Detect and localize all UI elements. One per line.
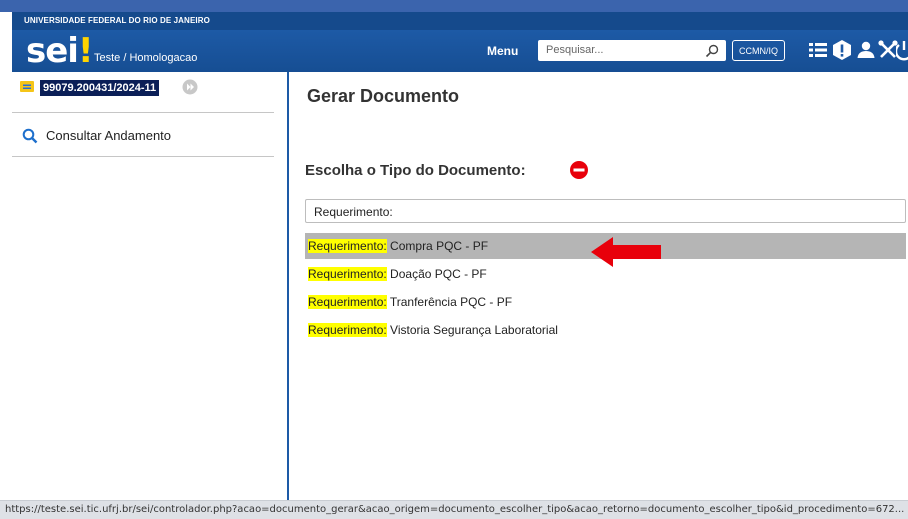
header: sei! Teste / Homologacao Menu CCMN/IQ [12, 30, 908, 72]
unit-selector[interactable]: CCMN/IQ [732, 40, 785, 61]
logo-text: sei [26, 31, 79, 71]
annotation-arrow-icon [591, 237, 661, 267]
magnifier-icon [22, 128, 38, 144]
logo-mark: ! [77, 31, 93, 71]
university-bar: UNIVERSIDADE FEDERAL DO RIO DE JANEIRO [12, 12, 908, 30]
list-icon[interactable] [806, 38, 830, 62]
status-bar-url: https://teste.sei.tic.ufrj.br/sei/contro… [0, 500, 908, 519]
option-name: Vistoria Segurança Laboratorial [386, 323, 558, 337]
option-name: Tranferência PQC - PF [386, 295, 513, 309]
folder-icon [20, 81, 34, 92]
option-tranferencia-pqc[interactable]: Requerimento: Tranferência PQC - PF [305, 289, 906, 315]
alert-icon[interactable] [830, 38, 854, 62]
choose-type-label: Escolha o Tipo do Documento: [305, 162, 526, 179]
power-icon[interactable] [896, 38, 908, 62]
option-prefix: Requerimento: [308, 267, 387, 281]
option-name: Compra PQC - PF [386, 239, 489, 253]
document-type-filter [305, 199, 906, 223]
process-number-link[interactable]: 99079.200431/2024-11 [40, 80, 160, 96]
sidebar: 99079.200431/2024-11 Consultar Andamento [12, 72, 287, 500]
collapse-icon[interactable] [569, 160, 589, 180]
option-name: Doação PQC - PF [386, 267, 487, 281]
option-prefix: Requerimento: [308, 239, 387, 253]
option-prefix: Requerimento: [308, 295, 387, 309]
sei-logo[interactable]: sei! [26, 31, 93, 71]
window-top-strip [0, 0, 908, 12]
sidebar-divider [12, 112, 274, 113]
search-input[interactable] [546, 44, 686, 56]
option-prefix: Requerimento: [308, 323, 387, 337]
user-icon[interactable] [854, 38, 878, 62]
consultar-andamento-link[interactable]: Consultar Andamento [46, 128, 171, 143]
forward-arrow-icon[interactable] [182, 79, 198, 95]
main-panel: Gerar Documento Escolha o Tipo do Docume… [289, 72, 908, 500]
menu-button[interactable]: Menu [487, 44, 518, 58]
search-icon[interactable] [704, 43, 720, 59]
environment-label: Teste / Homologacao [94, 52, 198, 64]
filter-input[interactable] [314, 205, 874, 219]
page-title: Gerar Documento [307, 86, 460, 106]
sidebar-divider [12, 156, 274, 157]
option-vistoria-seguranca[interactable]: Requerimento: Vistoria Segurança Laborat… [305, 317, 906, 343]
search-box [538, 40, 726, 61]
